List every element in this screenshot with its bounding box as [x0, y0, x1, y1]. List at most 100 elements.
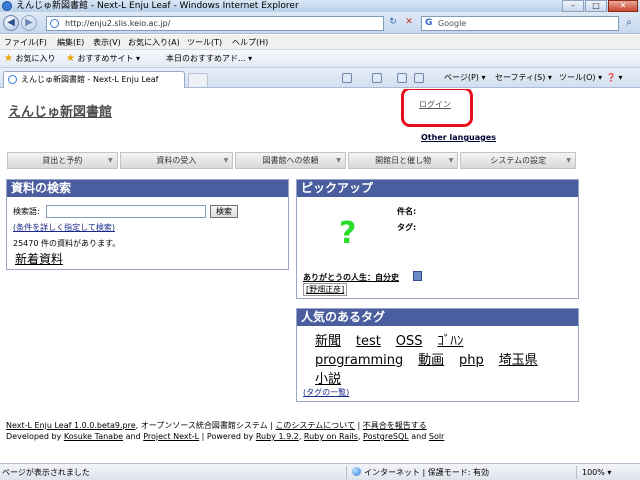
nav-circulation[interactable]: 貸出と予約 ▼: [7, 152, 118, 169]
page-icon: [50, 19, 59, 28]
stop-icon[interactable]: ✕: [402, 16, 416, 31]
help-menu[interactable]: ❓ ▾: [606, 68, 623, 88]
window-title: えんじゅ新図書館 - Next-L Enju Leaf - Windows In…: [16, 1, 299, 11]
tools-menu[interactable]: ツール(O) ▾: [559, 68, 602, 88]
web-slice-label: 本日のおすすめアド... ▾: [166, 54, 253, 63]
favorites-label: お気に入り: [15, 54, 56, 63]
search-panel: 資料の検索 検索語: 検索 (条件を詳しく指定して検索) 25470 件の資料が…: [6, 179, 289, 270]
advanced-search-link[interactable]: (条件を詳しく指定して検索): [13, 222, 115, 233]
title-label: 件名:: [397, 207, 417, 216]
url-field[interactable]: http://enju2.slis.keio.ac.jp/: [46, 16, 384, 31]
nav-settings[interactable]: システムの設定 ▼: [460, 152, 577, 169]
window-controls: – □ ✕: [561, 0, 638, 12]
book-title-link[interactable]: ありがとうの人生：自分史: [303, 272, 399, 283]
new-tab-button[interactable]: [188, 73, 208, 87]
suggested-sites-label: おすすめサイト ▾: [77, 54, 141, 63]
new-items-link[interactable]: 新着資料: [15, 250, 63, 267]
suggested-sites-button[interactable]: ★ おすすめサイト ▾: [66, 50, 140, 68]
search-button[interactable]: 検索: [210, 205, 238, 218]
chevron-down-icon: ▼: [223, 157, 229, 164]
back-button[interactable]: ◀: [3, 15, 19, 31]
google-icon: G: [425, 18, 433, 28]
footer-line-2: Developed by Kosuke Tanabe and Project N…: [6, 432, 444, 441]
search-input[interactable]: [46, 205, 206, 218]
nav-requests-label: 図書館への依頼: [262, 156, 319, 165]
report-bug-link[interactable]: 不具合を報告する: [363, 421, 427, 430]
page-menu[interactable]: ページ(P) ▾: [444, 68, 485, 88]
nav-requests[interactable]: 図書館への依頼 ▼: [235, 152, 346, 169]
tag-link[interactable]: test: [356, 334, 381, 349]
tag-link[interactable]: 小説: [315, 372, 341, 387]
solr-link[interactable]: Solr: [429, 432, 444, 441]
tag-link[interactable]: 動画: [418, 353, 444, 368]
chevron-down-icon: ▼: [566, 157, 572, 164]
about-link[interactable]: このシステムについて: [275, 421, 355, 430]
other-languages-link[interactable]: Other languages: [421, 133, 496, 142]
nav-acquisition[interactable]: 資料の受入 ▼: [119, 152, 234, 169]
author-link[interactable]: Kosuke Tanabe: [64, 432, 123, 441]
footer-description: , オープンソース統合図書館システム |: [135, 421, 276, 430]
tag-link[interactable]: OSS: [396, 334, 423, 349]
tag-cloud: 新聞 test OSS ｺﾞﾊﾝ programming 動画 php 埼玉県 …: [315, 333, 575, 390]
tag-list-link[interactable]: (タグの一覧): [303, 387, 349, 398]
no-image-icon: ?: [339, 216, 357, 251]
site-nav: 貸出と予約 ▼ 資料の受入 ▼ 図書館への依頼 ▼ 開館日と催し物 ▼ システムの設定 ▼: [7, 152, 578, 169]
search-icon[interactable]: ⌕: [622, 16, 636, 31]
menu-edit[interactable]: 編集(E): [57, 35, 84, 50]
tag-link[interactable]: ｺﾞﾊﾝ: [437, 334, 463, 349]
read-mail-icon[interactable]: [397, 73, 407, 83]
search-engine-label: Google: [438, 19, 467, 28]
tag-link[interactable]: php: [459, 353, 484, 368]
menu-tools[interactable]: ツール(T): [187, 35, 222, 50]
close-button[interactable]: ✕: [608, 0, 638, 12]
developed-by-text: Developed by: [6, 432, 64, 441]
menu-file[interactable]: ファイル(F): [4, 35, 47, 50]
project-link[interactable]: Project Next-L: [143, 432, 199, 441]
security-zone[interactable]: インターネット | 保護モード: 有効: [352, 464, 489, 480]
search-term-label: 検索語:: [13, 207, 40, 216]
nav-events[interactable]: 開館日と催し物 ▼: [347, 152, 459, 169]
menu-favorites[interactable]: お気に入り(A): [128, 35, 180, 50]
web-slice-button[interactable]: 本日のおすすめアド... ▾: [166, 50, 252, 68]
tab-bar: えんじゅ新図書館 - Next-L Enju Leaf ページ(P) ▾ セーフ…: [0, 68, 640, 88]
star-icon: ★: [4, 53, 13, 64]
feeds-icon[interactable]: [372, 73, 382, 83]
print-icon[interactable]: [414, 73, 424, 83]
tag-link[interactable]: programming: [315, 353, 403, 368]
favorites-button[interactable]: ★ お気に入り: [4, 50, 56, 68]
tag-link[interactable]: 新聞: [315, 334, 341, 349]
maximize-button[interactable]: □: [585, 0, 607, 12]
footer-line-1: Next-L Enju Leaf 1.0.0.beta9.pre, オープンソー…: [6, 420, 427, 431]
postgresql-link[interactable]: PostgreSQL: [363, 432, 409, 441]
search-engine-field[interactable]: G Google: [421, 16, 619, 31]
tag-label: タグ:: [397, 223, 417, 232]
footer-separator: |: [354, 421, 363, 430]
enju-version-link[interactable]: Next-L Enju Leaf 1.0.0.beta9.pre: [6, 421, 136, 430]
status-bar: ページが表示されました インターネット | 保護モード: 有効 100% ▾: [0, 463, 640, 480]
forward-button[interactable]: ▶: [21, 15, 37, 31]
chevron-down-icon: ▼: [448, 157, 454, 164]
status-divider: [346, 466, 347, 479]
ruby-link[interactable]: Ruby 1.9.2: [256, 432, 299, 441]
safety-menu[interactable]: セーフティ(S) ▾: [495, 68, 552, 88]
and-text: and: [123, 432, 144, 441]
star-add-icon: ★: [66, 53, 75, 64]
minimize-button[interactable]: –: [562, 0, 584, 12]
window-title-bar: えんじゅ新図書館 - Next-L Enju Leaf - Windows In…: [0, 0, 640, 12]
rails-link[interactable]: Ruby on Rails: [304, 432, 358, 441]
tag-link[interactable]: 埼玉県: [499, 353, 538, 368]
book-author-link[interactable]: [野畑正彦]: [303, 283, 348, 296]
refresh-icon[interactable]: ↻: [386, 16, 400, 31]
tab-enju[interactable]: えんじゅ新図書館 - Next-L Enju Leaf: [3, 71, 185, 88]
favorites-bar: ★ お気に入り ★ おすすめサイト ▾ 本日のおすすめアド... ▾: [0, 50, 640, 68]
zoom-level[interactable]: 100% ▾: [582, 464, 611, 480]
ie-app-icon[interactable]: [2, 1, 12, 11]
menu-bar: ファイル(F) 編集(E) 表示(V) お気に入り(A) ツール(T) ヘルプ(…: [0, 35, 640, 50]
menu-view[interactable]: 表示(V): [93, 35, 121, 50]
home-icon[interactable]: [342, 73, 352, 83]
menu-help[interactable]: ヘルプ(H): [232, 35, 268, 50]
nav-settings-label: システムの設定: [490, 156, 547, 165]
site-title[interactable]: えんじゅ新図書館: [8, 101, 112, 120]
address-bar: ◀ ▶ http://enju2.slis.keio.ac.jp/ ↻ ✕ G …: [0, 12, 640, 34]
nav-acquisition-label: 資料の受入: [156, 156, 197, 165]
